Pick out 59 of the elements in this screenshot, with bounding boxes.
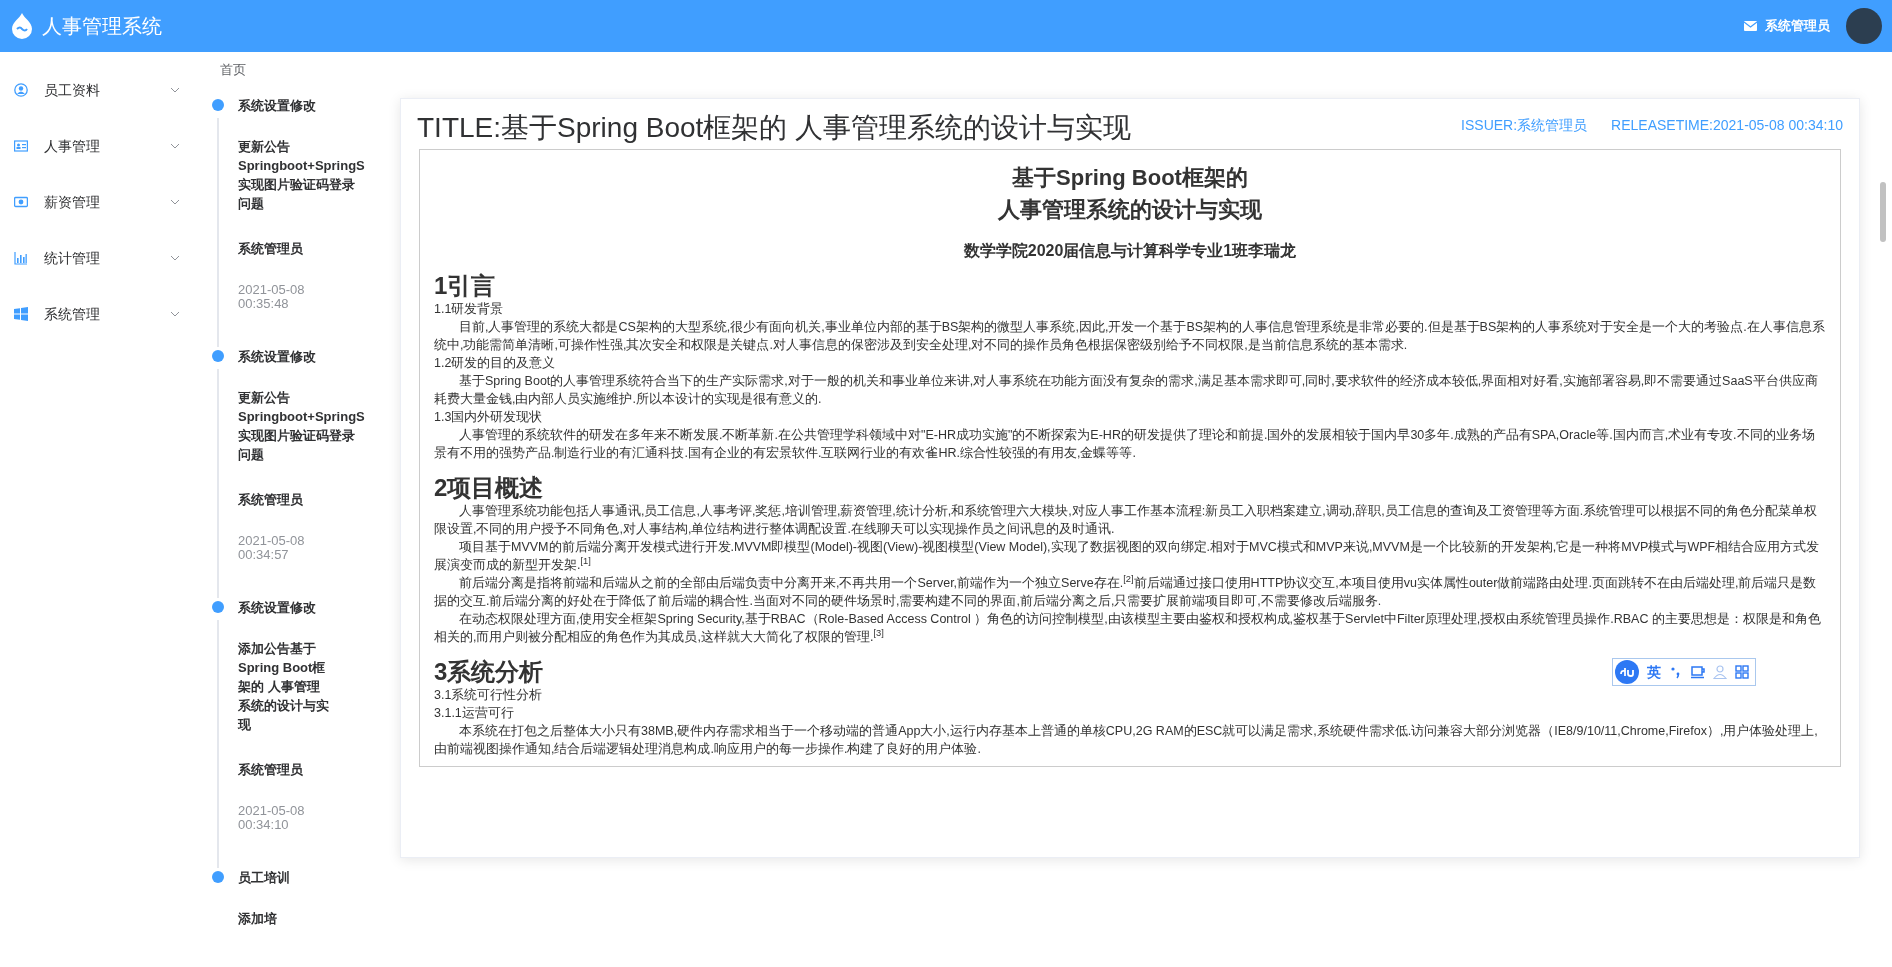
grid-icon[interactable] [1735,665,1749,679]
timeline-time: 2021-05-08 00:34:10 [238,803,306,832]
timeline-dot [212,98,224,111]
windows-grid-icon [14,307,28,321]
timeline-title: 系统设置修改 [238,96,317,115]
app-title: 人事管理系统 [42,14,162,39]
mail-icon [1744,21,1757,31]
subsection-heading: 3.1系统可行性分析 [434,687,544,704]
drop-logo-icon [10,13,34,39]
subsection-heading: 1.1研发背景 [434,301,505,318]
paragraph: 目前,人事管理的系统大都是CS架构的大型系统,很少有面向机关,事业单位内部的基于BS架构的微型人事系统,因此,开发一个基于BS架构的人事信息管理系统是非常必要的.但是基于BS架构的人事系统对于安全是一个大的考验点.在人事信息系统中,功能需简单清晰,可操作性强,其次安全和权限是关键点.对人事信息的保密涉及到安全处理,对不同的操作员角色根据保密级别给予不同权限,是当前信息系统的基本需求. [434,319,1826,354]
sidebar-item[interactable]: 统计管理 [0,230,200,286]
paragraph: 在动态权限处理方面,使用安全框架Spring Security,基于RBAC（Role-Based Access Control ）角色的访问控制模型,由该模型主要由鉴权和授权构成,鉴权基于Servlet中Filter原理处理,授权由系统管理员操作.RBAC 的主要思想是：权限是和角色相关的,而用户则被分配相应的角色作为其成员,这样就大大简化了权限的管理.$^{[3]}$ [434,611,1822,646]
scrollbar-thumb[interactable] [1880,182,1886,242]
paragraph: 本系统在打包之后整体大小只有38MB,硬件内存需求相当于一个移动端的普通App大小,运行内存基本上普通的单核CPU,2G RAM的ESC就可以满足需求,系统硬件需求低.访问兼容大部分浏览器（IE8/9/10/11,Chrome,Firefox）,用户体验处理上,由前端视图操作通知,结合后端逻辑处理消息构成.响应用户的每一步操作.构建了良好的用户体验. [434,723,1819,758]
timeline-author: 系统管理员 [238,491,304,509]
timeline-title: 系统设置修改 [238,347,317,366]
section-heading: 3系统分析 [434,658,544,686]
id-card-icon [14,139,28,153]
timeline-dot [212,600,224,613]
issuer-text: ISSUER:系统管理员 [1461,116,1588,135]
timeline-time: 2021-05-08 00:34:57 [238,533,306,562]
timeline-title: 员工培训 [238,868,291,887]
paragraph: 前后端分离是指将前端和后端从之前的全部由后端负责中分离开来,不再共用一个Server,前端作为一个独立Serve存在.$^{[2]}$前后端通过接口使用HTTP协议交互,本项目使用vu实体属性outer做前端路由处理.页面跳转不在由后端处理,前后端只是数据的交互.前后端分离的好处在于降低了前后端的耦合性.当面对不同的硬件场景时,需要构建不同的界面,前后端分离之后,只需要扩展前端项目即可,不需要修改后端服务. [434,574,1818,610]
timeline-content: 更新公告Springboot+SpringS实现图片验证码登录问题 [238,138,365,213]
document-title: 基于Spring Boot框架的 [1011,164,1249,192]
sidebar-item[interactable]: 薪资管理 [0,174,200,230]
timeline-content: 添加公告基于 Spring Boot框架的 人事管理系统的设计与实现 [238,640,330,734]
document-author: 数学学院2020届信息与计算科学专业1班李瑞龙 [962,242,1298,260]
sidebar-item[interactable]: 系统管理 [0,286,200,342]
avatar[interactable] [1846,8,1882,44]
timeline-content: 添加培 [238,910,278,928]
subsection-heading: 3.1.1运营可行 [434,705,515,722]
paragraph: 项目基于MVVM的前后端分离开发模式进行开发.MVVM即模型(Model)-视图(View)-视图模型(View Model),实现了数据视图的双向绑定.相对于MVC模式和MVP来说,MVVM是一个比较新的开发架构,它是一种将MVP模式与WPF相结合应用方式发展演变而成的新型开发架.$^{[1]}$ [434,539,1821,574]
notice-title: TITLE:基于Spring Boot框架的 人事管理系统的设计与实现 [417,111,1132,145]
timeline-title: 系统设置修改 [238,598,317,617]
user-icon [14,83,28,97]
cup-icon[interactable] [1691,665,1705,679]
sidebar-item[interactable]: 员工资料 [0,62,200,118]
subsection-heading: 1.3国内外研发现状 [434,409,544,426]
release-time: RELEASETIME:2021-05-08 00:34:10 [1611,116,1843,135]
breadcrumb-link[interactable]: 首页 [220,60,246,80]
language-toggle[interactable]: 英 [1647,658,1661,686]
timeline-author: 系统管理员 [238,240,304,258]
bar-chart-icon [14,251,28,265]
paragraph: 人事管理系统功能包括人事通讯,员工信息,人事考评,奖惩,培训管理,薪资管理,统计分析,和系统管理六大模块,对应人事工作基本流程:新员工入职档案建立,调动,辞职,员工信息的查询及工资管理等方面.系统管理可以根据不同的角色分配菜单权限设置,不同的用户授予不同角色,对人事结构,单位结构进行整体调配设置.在线聊天可以实现操作员之间讯息的及时通讯. [434,503,1819,538]
subsection-heading: 1.2研发的目的及意义 [434,355,557,372]
banknote-icon [14,195,28,209]
sidebar-item[interactable]: 人事管理 [0,118,200,174]
document-title: 人事管理系统的设计与实现 [997,196,1263,224]
timeline-content: 更新公告Springboot+SpringS实现图片验证码登录问题 [238,389,365,464]
section-heading: 1引言 [434,272,497,300]
paragraph: 基于Spring Boot的人事管理系统符合当下的生产实际需求,对于一般的机关和事业单位来讲,对人事系统在功能方面没有复杂的需求,满足基本需求即可,同时,要求软件的经济成本较低,界面相对好看,实施部署容易,即不需要通过SaaS平台供应商耗费大量金钱,由内部人员实施维护.所以本设计的实现是很有意义的. [434,373,1819,408]
timeline-time: 2021-05-08 00:35:48 [238,282,306,311]
timeline-dot [212,870,224,883]
timeline-dot [212,349,224,362]
timeline-author: 系统管理员 [238,761,304,779]
section-heading: 2项目概述 [434,474,545,502]
paragraph: 人事管理的系统软件的研发在多年来不断发展.不断革新.在公共管理学科领域中对"E-HR成功实施"的不断探索为E-HR的研发提供了理论和前提.国外的发展相较于国内早30多年.成熟的产品有SPA,Oracle等.国内而言,术业有专攻.不同的业务场景有不用的强势产品.制造行业的有汇通科技.国有企业的有宏景软件.互联网行业的有欢雀HR.综合性较强的有用友,金蝶等等. [434,427,1816,462]
